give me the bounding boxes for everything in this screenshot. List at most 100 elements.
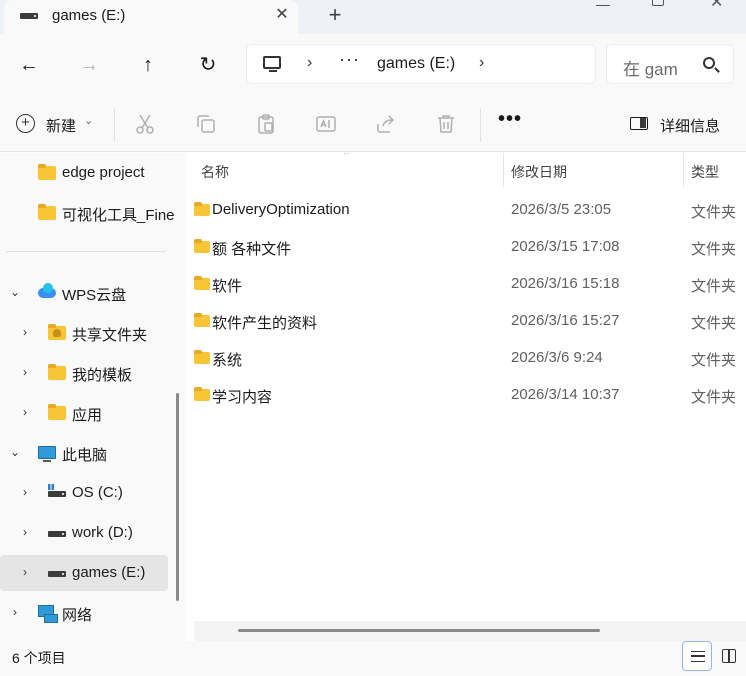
chevron-right-icon[interactable]: › (18, 365, 32, 379)
file-modified: 2026/3/16 15:27 (511, 312, 620, 329)
folder-icon (194, 202, 210, 216)
column-header-modified[interactable]: 修改日期 (504, 153, 683, 187)
search-input[interactable]: 在 gam (606, 44, 734, 84)
paste-icon[interactable] (254, 112, 278, 136)
chevron-down-icon[interactable]: ⌄ (8, 285, 22, 299)
horizontal-scrollbar-thumb[interactable] (238, 629, 600, 632)
chevron-right-icon[interactable]: › (18, 565, 32, 579)
sidebar-item-wps-cloud[interactable]: ⌄ WPS云盘 (0, 275, 170, 311)
chevron-right-icon[interactable]: › (18, 485, 32, 499)
more-options-button[interactable]: ••• (498, 108, 522, 131)
sidebar-item-label: 共享文件夹 (72, 327, 148, 344)
list-view-icon (691, 651, 705, 662)
address-box[interactable]: › ··· games (E:) › (246, 44, 596, 84)
sidebar-item-drive-c[interactable]: › OS (C:) (0, 475, 170, 511)
details-pane-button[interactable]: 详细信息 (628, 112, 738, 136)
file-name: DeliveryOptimization (212, 201, 350, 218)
table-row[interactable]: 额 各种文件 2026/3/15 17:08 文件夹 (190, 228, 746, 265)
breadcrumb-separator[interactable]: › (307, 54, 312, 72)
sidebar-item-this-pc[interactable]: ⌄ 此电脑 (0, 435, 170, 471)
minimize-button[interactable] (596, 0, 610, 6)
column-header-name[interactable]: ⌃ 名称 (190, 153, 503, 187)
sidebar-item-label: 网络 (62, 607, 93, 624)
computer-icon[interactable] (263, 56, 281, 72)
table-row[interactable]: 软件产生的资料 2026/3/16 15:27 文件夹 (190, 302, 746, 339)
sidebar-scrollbar[interactable] (176, 393, 179, 601)
sidebar-divider (6, 251, 166, 252)
delete-icon[interactable] (434, 112, 458, 136)
file-name: 学习内容 (212, 389, 273, 406)
horizontal-scrollbar[interactable] (194, 621, 746, 641)
sidebar-item-drive-e[interactable]: › games (E:) (0, 555, 168, 591)
folder-icon (194, 239, 210, 253)
file-modified: 2026/3/15 17:08 (511, 238, 620, 255)
divider (114, 108, 115, 142)
chevron-right-icon[interactable]: › (18, 525, 32, 539)
chevron-right-icon[interactable]: › (8, 605, 22, 619)
tab-games[interactable]: games (E:) ✕ (4, 0, 298, 34)
divider (480, 108, 481, 142)
rename-icon[interactable] (314, 112, 338, 136)
file-list: ⌃ 名称 修改日期 类型 DeliveryOptimization 2026/3… (190, 153, 746, 641)
shared-folder-icon (48, 324, 66, 340)
sidebar-item-my-templates[interactable]: › 我的模板 (0, 355, 170, 391)
file-name: 系统 (212, 352, 243, 369)
sidebar-item-apps[interactable]: › 应用 (0, 395, 170, 431)
sidebar-item-edge-project[interactable]: edge project (0, 155, 170, 191)
forward-button[interactable]: → (76, 52, 102, 78)
sidebar-item-label: work (D:) (72, 524, 133, 541)
chevron-right-icon[interactable]: › (18, 325, 32, 339)
new-button[interactable]: + 新建 ⌄ (10, 108, 100, 140)
chevron-down-icon: ⌄ (84, 115, 94, 127)
maximize-button[interactable] (652, 0, 664, 6)
chevron-right-icon[interactable]: › (18, 405, 32, 419)
command-bar: + 新建 ⌄ ••• 详细信息 (0, 96, 746, 152)
file-type: 文件夹 (691, 315, 737, 332)
tab-title: games (E:) (52, 7, 126, 24)
sidebar-item-shared-folder[interactable]: › 共享文件夹 (0, 315, 170, 351)
back-button[interactable]: ← (16, 52, 42, 78)
folder-icon (48, 404, 66, 420)
folder-icon (194, 350, 210, 364)
details-view-button[interactable] (682, 641, 712, 671)
copy-icon[interactable] (194, 112, 218, 136)
search-icon[interactable] (703, 57, 715, 69)
sidebar-item-visual-tools[interactable]: 可视化工具_Fine (0, 195, 175, 231)
column-header-label: 类型 (691, 164, 719, 180)
address-bar-row: ← → ↑ ↻ › ··· games (E:) › 在 gam (0, 34, 746, 96)
sidebar-item-network[interactable]: › 网络 (0, 595, 170, 631)
file-name: 额 各种文件 (212, 241, 292, 258)
status-bar: 6 个项目 (0, 641, 746, 676)
new-tab-button[interactable]: + (324, 4, 346, 26)
cloud-icon (38, 283, 56, 298)
file-type: 文件夹 (691, 278, 737, 295)
close-tab-button[interactable]: ✕ (272, 5, 292, 25)
table-row[interactable]: 学习内容 2026/3/14 10:37 文件夹 (190, 376, 746, 413)
cut-icon[interactable] (133, 112, 157, 136)
folder-icon (38, 204, 56, 220)
file-name: 软件产生的资料 (212, 315, 318, 332)
sidebar-item-label: games (E:) (72, 564, 146, 581)
refresh-button[interactable]: ↻ (195, 52, 221, 78)
file-type: 文件夹 (691, 241, 737, 258)
chevron-down-icon[interactable]: ⌄ (8, 445, 22, 459)
sidebar-item-label: 可视化工具_Fine (62, 207, 175, 224)
sidebar-item-label: edge project (62, 164, 145, 181)
tiles-view-button[interactable] (714, 641, 744, 671)
breadcrumb-overflow[interactable]: ··· (339, 49, 360, 70)
up-button[interactable]: ↑ (135, 52, 161, 78)
sidebar-item-drive-d[interactable]: › work (D:) (0, 515, 170, 551)
sort-ascending-icon: ⌃ (342, 153, 352, 162)
breadcrumb-current[interactable]: games (E:) (377, 55, 455, 73)
table-row[interactable]: 软件 2026/3/16 15:18 文件夹 (190, 265, 746, 302)
sidebar-item-label: WPS云盘 (62, 287, 127, 304)
table-row[interactable]: 系统 2026/3/6 9:24 文件夹 (190, 339, 746, 376)
close-window-button[interactable]: ✕ (710, 0, 724, 11)
share-icon[interactable] (374, 112, 398, 136)
folder-icon (38, 164, 56, 180)
column-header-type[interactable]: 类型 (684, 153, 746, 187)
breadcrumb-separator[interactable]: › (479, 54, 484, 72)
details-pane-icon (630, 117, 648, 130)
table-row[interactable]: DeliveryOptimization 2026/3/5 23:05 文件夹 (190, 191, 746, 228)
file-type: 文件夹 (691, 389, 737, 406)
